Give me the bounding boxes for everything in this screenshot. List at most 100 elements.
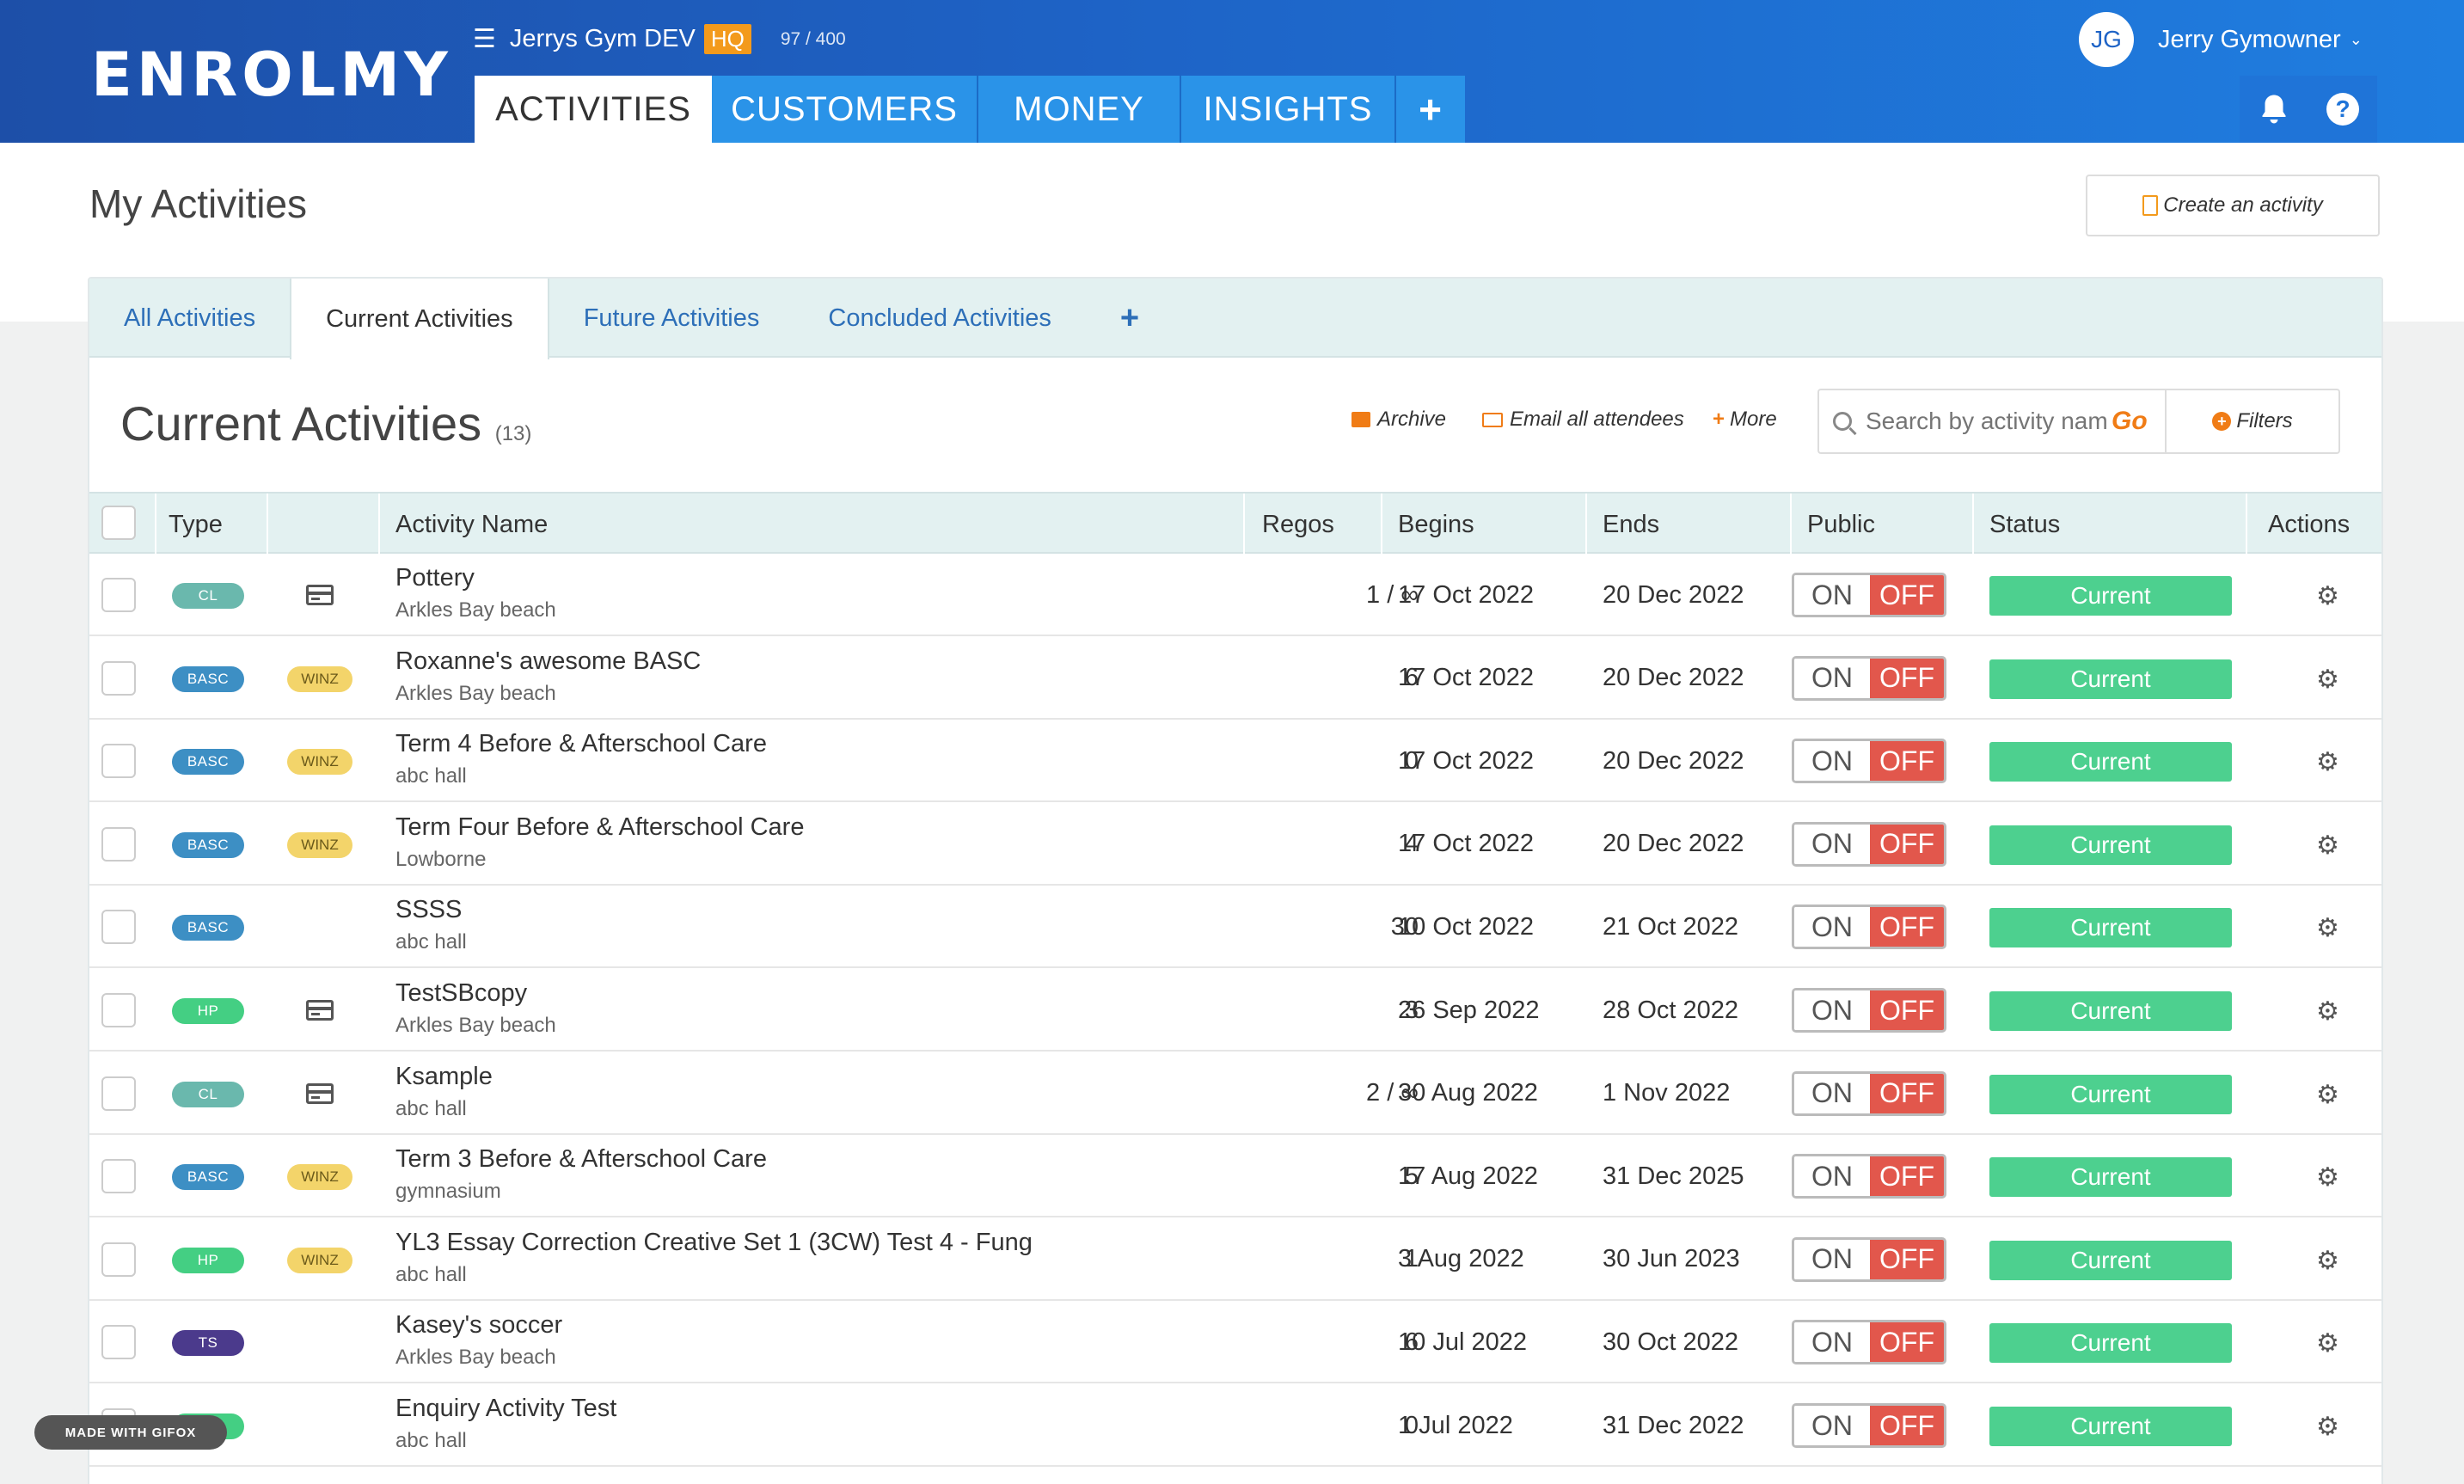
public-toggle[interactable]: ON OFF [1792, 821, 1946, 867]
create-activity-button[interactable]: Create an activity [2086, 175, 2380, 236]
row-checkbox[interactable] [101, 1325, 136, 1360]
filters-button[interactable]: + Filters [2165, 389, 2340, 454]
toggle-off[interactable]: OFF [1870, 1239, 1944, 1279]
toggle-on[interactable]: ON [1794, 1406, 1870, 1445]
toggle-off[interactable]: OFF [1870, 990, 1944, 1030]
activity-name-link[interactable]: Enquiry Activity Test [395, 1395, 616, 1423]
gear-icon[interactable]: ⚙ [2316, 1080, 2339, 1110]
toggle-on[interactable]: ON [1794, 1156, 1870, 1197]
activity-name-link[interactable]: Term 4 Before & Afterschool Care [395, 730, 767, 758]
public-toggle[interactable]: ON OFF [1792, 573, 1946, 617]
gear-icon[interactable]: ⚙ [2316, 1328, 2339, 1358]
table-row[interactable]: CL Pottery Arkles Bay beach 1 / ∞ 17 Oct… [89, 554, 2381, 636]
row-checkbox[interactable] [101, 1159, 136, 1194]
row-checkbox[interactable] [101, 826, 136, 862]
add-tab-button[interactable]: + [1086, 279, 1174, 358]
table-row[interactable]: BASC SSSS abc hall 30 10 Oct 2022 21 Oct… [89, 886, 2381, 969]
toggle-off[interactable]: OFF [1870, 1406, 1944, 1445]
activity-name-link[interactable]: YL3 Essay Correction Creative Set 1 (3CW… [395, 1229, 1033, 1257]
notifications-button[interactable] [2240, 76, 2308, 143]
toggle-on[interactable]: ON [1794, 575, 1870, 615]
toggle-off[interactable]: OFF [1870, 575, 1944, 615]
nav-tab-activities[interactable]: ACTIVITIES [475, 76, 712, 143]
gear-icon[interactable]: ⚙ [2316, 665, 2339, 695]
toggle-off[interactable]: OFF [1870, 907, 1944, 947]
avatar[interactable]: JG [2079, 12, 2134, 67]
public-toggle[interactable]: ON OFF [1792, 988, 1946, 1033]
select-all-checkbox[interactable] [101, 506, 136, 540]
gear-icon[interactable]: ⚙ [2316, 831, 2339, 861]
nav-tab-customers[interactable]: CUSTOMERS [712, 76, 978, 143]
activity-name-link[interactable]: TestSBcopy [395, 979, 527, 1008]
table-row[interactable]: BASC WINZ Term Four Before & Afterschool… [89, 803, 2381, 886]
nav-add-button[interactable]: + [1396, 76, 1465, 143]
activity-name-link[interactable]: Roxanne's awesome BASC [395, 647, 701, 676]
user-name[interactable]: Jerry Gymowner [2158, 26, 2341, 54]
gear-icon[interactable]: ⚙ [2316, 581, 2339, 611]
org-switcher[interactable]: ☰ Jerrys Gym DEV HQ 97 / 400 [473, 24, 846, 54]
row-checkbox[interactable] [101, 578, 136, 612]
tab-future-activities[interactable]: Future Activities [549, 279, 794, 358]
toggle-on[interactable]: ON [1794, 824, 1870, 864]
toggle-on[interactable]: ON [1794, 658, 1870, 698]
toggle-off[interactable]: OFF [1870, 824, 1944, 864]
col-regos[interactable]: Regos [1262, 494, 1334, 555]
col-status[interactable]: Status [1989, 494, 2060, 555]
gear-icon[interactable]: ⚙ [2316, 1246, 2339, 1276]
archive-button[interactable]: Archive [1352, 408, 1446, 432]
search-go-button[interactable]: Go [2112, 407, 2148, 436]
activity-name-link[interactable]: Ksample [395, 1063, 493, 1091]
toggle-on[interactable]: ON [1794, 1073, 1870, 1113]
row-checkbox[interactable] [101, 1242, 136, 1277]
chevron-down-icon[interactable]: ⌄ [2350, 31, 2363, 49]
table-row[interactable]: BASC WINZ Term 3 Before & Afterschool Ca… [89, 1135, 2381, 1218]
gear-icon[interactable]: ⚙ [2316, 913, 2339, 943]
col-ends[interactable]: Ends [1603, 494, 1659, 555]
public-toggle[interactable]: ON OFF [1792, 1320, 1946, 1365]
user-menu[interactable]: JG Jerry Gymowner ⌄ [2079, 12, 2363, 67]
toggle-off[interactable]: OFF [1870, 1073, 1944, 1113]
row-checkbox[interactable] [101, 660, 136, 696]
public-toggle[interactable]: ON OFF [1792, 1070, 1946, 1116]
activity-name-link[interactable]: Term 3 Before & Afterschool Care [395, 1145, 767, 1174]
table-row[interactable]: BASC WINZ Term 4 Before & Afterschool Ca… [89, 720, 2381, 803]
nav-tab-money[interactable]: MONEY [978, 76, 1181, 143]
col-activity-name[interactable]: Activity Name [395, 494, 548, 555]
help-button[interactable]: ? [2308, 76, 2377, 143]
col-public[interactable]: Public [1807, 494, 1875, 555]
toggle-off[interactable]: OFF [1870, 658, 1944, 698]
nav-tab-insights[interactable]: INSIGHTS [1181, 76, 1396, 143]
public-toggle[interactable]: ON OFF [1792, 905, 1946, 950]
activity-name-link[interactable]: Pottery [395, 564, 475, 592]
toggle-on[interactable]: ON [1794, 907, 1870, 947]
email-all-button[interactable]: Email all attendees [1482, 408, 1684, 432]
public-toggle[interactable]: ON OFF [1792, 1403, 1946, 1448]
toggle-on[interactable]: ON [1794, 1239, 1870, 1279]
tab-current-activities[interactable]: Current Activities [290, 279, 549, 359]
gear-icon[interactable]: ⚙ [2316, 996, 2339, 1027]
activity-name-link[interactable]: Kasey's soccer [395, 1311, 562, 1340]
toggle-on[interactable]: ON [1794, 990, 1870, 1030]
gear-icon[interactable]: ⚙ [2316, 1162, 2339, 1193]
table-row[interactable]: BASC WINZ Roxanne's awesome BASC Arkles … [89, 637, 2381, 720]
col-type[interactable]: Type [169, 494, 223, 555]
search-input[interactable] [1866, 408, 2106, 435]
table-row[interactable]: TS Kasey's soccer Arkles Bay beach 6 10 … [89, 1301, 2381, 1384]
table-row[interactable]: HP TestSBcopy Arkles Bay beach 3 26 Sep … [89, 969, 2381, 1052]
toggle-off[interactable]: OFF [1870, 741, 1944, 782]
row-checkbox[interactable] [101, 910, 136, 945]
more-button[interactable]: + More [1713, 408, 1777, 432]
table-row[interactable]: CL Ksample abc hall 2 / ∞ 30 Aug 2022 1 … [89, 1052, 2381, 1135]
org-name[interactable]: Jerrys Gym DEV [510, 25, 696, 53]
hamburger-menu-icon[interactable]: ☰ [473, 24, 496, 54]
activity-name-link[interactable]: SSSS [395, 896, 462, 924]
tab-all-activities[interactable]: All Activities [89, 279, 290, 358]
gear-icon[interactable]: ⚙ [2316, 1412, 2339, 1442]
toggle-off[interactable]: OFF [1870, 1322, 1944, 1363]
public-toggle[interactable]: ON OFF [1792, 1154, 1946, 1199]
row-checkbox[interactable] [101, 1076, 136, 1111]
row-checkbox[interactable] [101, 993, 136, 1027]
public-toggle[interactable]: ON OFF [1792, 739, 1946, 784]
toggle-off[interactable]: OFF [1870, 1156, 1944, 1197]
enrolmy-logo[interactable]: ENROLMY [91, 40, 452, 110]
